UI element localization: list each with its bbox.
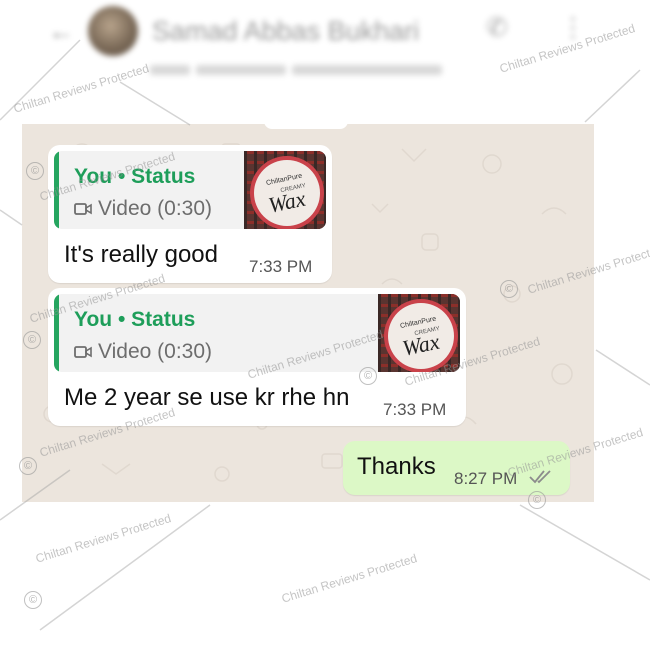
copyright-icon: © bbox=[500, 280, 518, 298]
copyright-icon: © bbox=[26, 162, 44, 180]
copyright-icon: © bbox=[23, 331, 41, 349]
watermark-diagonal-lines bbox=[0, 39, 650, 631]
copyright-icon: © bbox=[528, 491, 546, 509]
copyright-icon: © bbox=[24, 591, 42, 609]
copyright-icon: © bbox=[19, 457, 37, 475]
copyright-icon: © bbox=[359, 367, 377, 385]
